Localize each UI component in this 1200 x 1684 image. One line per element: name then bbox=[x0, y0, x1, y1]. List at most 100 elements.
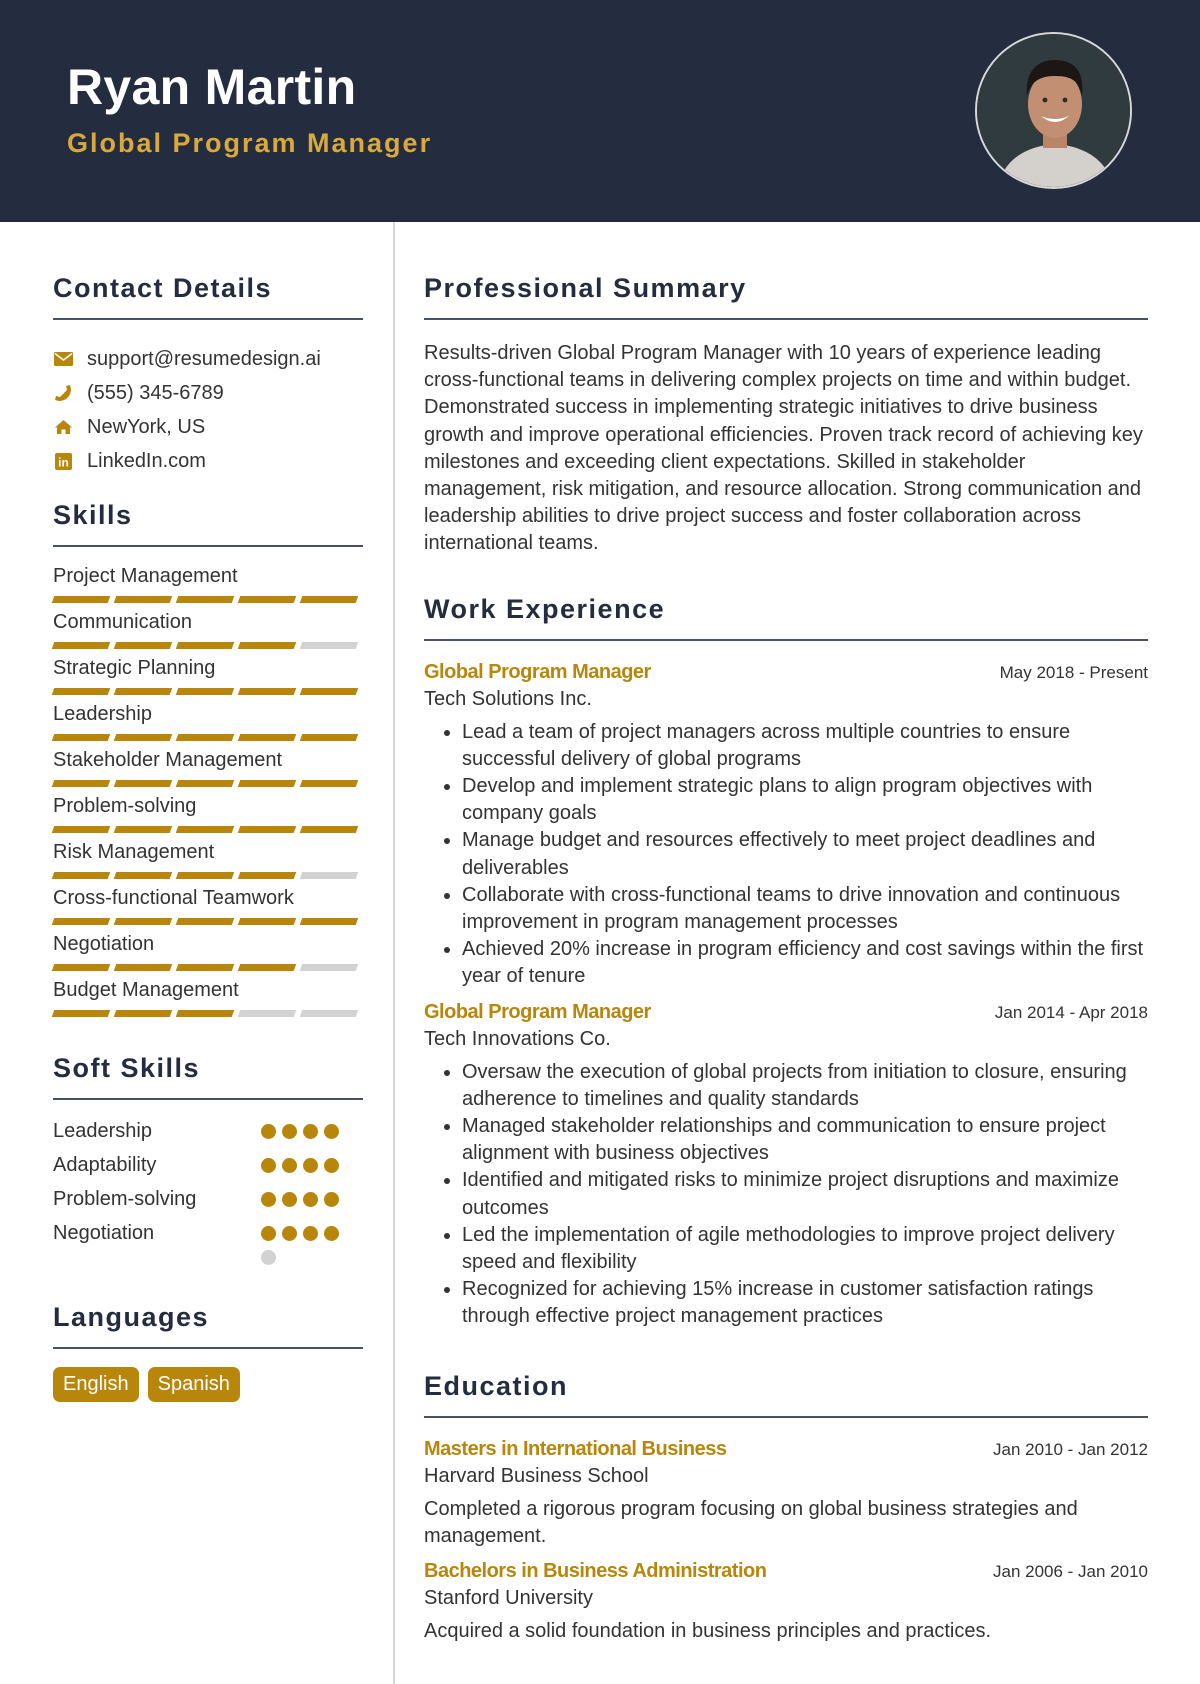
skill-segment-filled bbox=[51, 688, 111, 695]
job-entry: Global Program Manager Jan 2014 - Apr 20… bbox=[424, 1001, 1148, 1331]
phone-icon bbox=[53, 383, 73, 403]
experience-heading: Work Experience bbox=[424, 594, 1148, 641]
education-section: Education Masters in International Busin… bbox=[424, 1371, 1148, 1646]
education-dates: Jan 2010 - Jan 2012 bbox=[992, 1439, 1148, 1459]
job-title: Global Program Manager bbox=[424, 1000, 651, 1023]
skill-segment-filled bbox=[113, 780, 173, 787]
candidate-name: Ryan Martin bbox=[67, 59, 357, 115]
rating-dot-filled bbox=[261, 1225, 276, 1241]
job-bullet: Lead a team of project managers across m… bbox=[462, 719, 1148, 773]
skill-segment-filled bbox=[51, 918, 111, 925]
soft-skill-overflow bbox=[53, 1250, 363, 1272]
svg-text:in: in bbox=[58, 455, 69, 469]
rating-dot-filled bbox=[303, 1157, 318, 1173]
job-bullet: Recognized for achieving 15% increase in… bbox=[462, 1276, 1148, 1330]
soft-skill-name: Leadership bbox=[53, 1119, 152, 1142]
contact-phone[interactable]: (555) 345-6789 bbox=[53, 376, 363, 410]
job-dates: Jan 2014 - Apr 2018 bbox=[994, 1002, 1148, 1022]
rating-dot-filled bbox=[282, 1225, 297, 1241]
skill-segment-filled bbox=[113, 964, 173, 971]
job-company: Tech Solutions Inc. bbox=[424, 687, 592, 710]
job-entry: Global Program Manager May 2018 - Presen… bbox=[424, 661, 1148, 991]
skill-segment-filled bbox=[175, 872, 235, 879]
skill-name: Stakeholder Management bbox=[53, 749, 283, 771]
skills-heading: Skills bbox=[53, 500, 363, 547]
skill-segment-empty bbox=[237, 1010, 297, 1017]
contact-location-text: NewYork, US bbox=[87, 415, 206, 438]
skill-level-bar bbox=[51, 826, 363, 833]
skill-item: Communication bbox=[51, 609, 363, 649]
job-dates: May 2018 - Present bbox=[999, 662, 1148, 682]
skill-item: Budget Management bbox=[51, 977, 363, 1017]
skill-segment-filled bbox=[51, 780, 111, 787]
rating-dot-filled bbox=[324, 1123, 339, 1139]
languages-heading: Languages bbox=[53, 1302, 363, 1349]
skill-item: Stakeholder Management bbox=[51, 747, 363, 787]
skill-segment-filled bbox=[299, 596, 359, 603]
job-bullet: Oversaw the execution of global projects… bbox=[462, 1059, 1148, 1113]
skill-name: Cross-functional Teamwork bbox=[53, 887, 294, 909]
rating-dot-filled bbox=[282, 1157, 297, 1173]
rating-dot-filled bbox=[261, 1123, 276, 1139]
contact-email-text: support@resumedesign.ai bbox=[87, 347, 321, 370]
skill-name: Risk Management bbox=[53, 841, 215, 863]
skill-item: Cross-functional Teamwork bbox=[51, 885, 363, 925]
skill-segment-filled bbox=[113, 596, 173, 603]
envelope-icon bbox=[53, 349, 73, 369]
skill-segment-filled bbox=[175, 1010, 235, 1017]
job-bullet: Develop and implement strategic plans to… bbox=[462, 773, 1148, 827]
skill-segment-filled bbox=[175, 780, 235, 787]
contact-email[interactable]: support@resumedesign.ai bbox=[53, 342, 363, 376]
skill-segment-filled bbox=[237, 918, 297, 925]
rating-dot-filled bbox=[303, 1191, 318, 1207]
skill-name: Communication bbox=[53, 611, 192, 633]
skill-segment-filled bbox=[237, 872, 297, 879]
skill-segment-filled bbox=[113, 1010, 173, 1017]
skill-level-bar bbox=[51, 688, 363, 695]
school-name: Stanford University bbox=[424, 1587, 593, 1610]
contact-section: Contact Details support@resumedesign.ai … bbox=[53, 273, 363, 478]
skill-segment-filled bbox=[113, 642, 173, 649]
skill-segment-filled bbox=[299, 826, 359, 833]
skill-level-bar bbox=[51, 1010, 363, 1017]
education-entry: Masters in International Business Jan 20… bbox=[424, 1438, 1148, 1550]
job-bullet: Identified and mitigated risks to minimi… bbox=[462, 1167, 1148, 1221]
skill-segment-filled bbox=[237, 964, 297, 971]
skill-segment-filled bbox=[175, 642, 235, 649]
skill-segment-empty bbox=[299, 642, 359, 649]
skill-name: Budget Management bbox=[53, 979, 239, 1001]
skill-segment-filled bbox=[51, 826, 111, 833]
degree-title: Bachelors in Business Administration bbox=[424, 1560, 767, 1583]
soft-skills-list: Leadership Adaptability Problem-solving Neg… bbox=[53, 1114, 363, 1272]
contact-linkedin[interactable]: in LinkedIn.com bbox=[53, 444, 363, 478]
skill-item: Project Management bbox=[51, 563, 363, 603]
soft-skills-heading: Soft Skills bbox=[53, 1053, 363, 1100]
soft-skills-section: Soft Skills Leadership Adaptability Proble… bbox=[53, 1053, 363, 1272]
soft-skill-rating bbox=[261, 1191, 339, 1207]
skill-segment-filled bbox=[237, 780, 297, 787]
column-divider bbox=[393, 222, 395, 1684]
skill-item: Leadership bbox=[51, 701, 363, 741]
soft-skill-rating bbox=[261, 1123, 339, 1139]
job-bullets: Lead a team of project managers across m… bbox=[424, 719, 1148, 991]
soft-skill-name: Problem-solving bbox=[53, 1187, 197, 1210]
soft-skill-item: Adaptability bbox=[53, 1148, 363, 1182]
rating-dot-empty bbox=[261, 1250, 276, 1265]
job-bullet: Managed stakeholder relationships and co… bbox=[462, 1113, 1148, 1167]
skills-section: Skills Project Management Communication St… bbox=[51, 500, 363, 1017]
soft-skill-item: Negotiation bbox=[53, 1216, 363, 1250]
candidate-title: Global Program Manager bbox=[67, 128, 433, 158]
language-tag: English bbox=[53, 1367, 139, 1402]
skill-segment-filled bbox=[175, 688, 235, 695]
contact-list: support@resumedesign.ai (555) 345-6789 N… bbox=[53, 342, 363, 478]
skill-segment-filled bbox=[175, 964, 235, 971]
skill-segment-filled bbox=[237, 642, 297, 649]
skill-name: Project Management bbox=[53, 565, 238, 587]
job-bullet: Achieved 20% increase in program efficie… bbox=[462, 936, 1148, 990]
skill-segment-empty bbox=[299, 1010, 359, 1017]
skill-segment-filled bbox=[113, 688, 173, 695]
skill-level-bar bbox=[51, 872, 363, 879]
skill-segment-filled bbox=[237, 826, 297, 833]
skill-segment-filled bbox=[113, 734, 173, 741]
skill-level-bar bbox=[51, 918, 363, 925]
